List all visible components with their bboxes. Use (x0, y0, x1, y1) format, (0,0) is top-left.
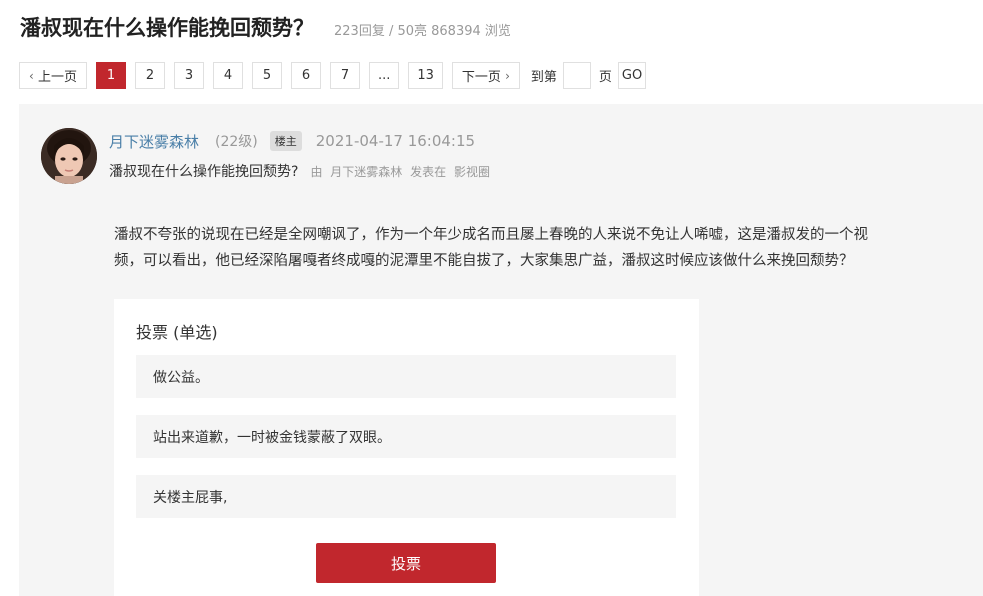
thread-header: 潘叔现在什么操作能挽回颓势？ 223回复 / 50亮 868394 浏览 (20, 12, 511, 42)
page-button-6[interactable]: 6 (290, 62, 321, 89)
post-container: 月下迷雾森林 (22级) 楼主 2021-04-17 16:04:15 潘叔现在… (19, 104, 983, 596)
page-button-1[interactable]: 1 (95, 62, 126, 89)
vote-option[interactable]: 关楼主屁事, (136, 475, 676, 518)
post-subheader: 潘叔现在什么操作能挽回颓势? 由 月下迷雾森林 发表在 影视圈 (109, 161, 494, 181)
avatar-image (41, 128, 97, 184)
posted-info: 由 月下迷雾森林 发表在 影视圈 (310, 163, 494, 180)
board-link[interactable]: 影视圈 (454, 165, 490, 179)
vote-panel: 投票 (单选) 做公益。 站出来道歉，一时被金钱蒙蔽了双眼。 关楼主屁事, 投票 (114, 299, 699, 596)
posted-prefix: 由 (310, 164, 323, 179)
page-button-4[interactable]: 4 (212, 62, 243, 89)
vote-title: 投票 (单选) (136, 323, 218, 342)
post-body-line: 频，可以看出，他已经深陷屠嘎者终成嘎的泥潭里不能自拔了，大家集思广益，潘叔这时候… (114, 253, 854, 269)
post-body: 潘叔不夸张的说现在已经是全网嘲讽了，作为一个年少成名而且屡上春晚的人来说不免让人… (114, 222, 959, 274)
next-page-label: 下一页 (461, 70, 501, 85)
posted-in-label: 发表在 (410, 164, 447, 179)
post-title: 潘叔现在什么操作能挽回颓势? (109, 164, 299, 180)
author-level: (22级) (215, 134, 258, 150)
pagination: ‹ 上一页 1 2 3 4 5 6 7 ... 13 下一页 › 到第 页 GO (19, 62, 647, 89)
prev-page-button[interactable]: ‹ 上一页 (19, 62, 87, 89)
goto-page-input[interactable] (562, 62, 591, 89)
goto-label: 到第 (530, 70, 557, 85)
prev-page-label: 上一页 (37, 70, 77, 85)
page-button-2[interactable]: 2 (134, 62, 165, 89)
thread-title: 潘叔现在什么操作能挽回颓势？ (20, 16, 314, 40)
page-unit-label: 页 (598, 70, 612, 85)
page-button-13[interactable]: 13 (408, 62, 443, 89)
next-page-button[interactable]: 下一页 › (451, 62, 520, 89)
thread-stats: 223回复 / 50亮 868394 浏览 (334, 24, 511, 39)
vote-option[interactable]: 站出来道歉，一时被金钱蒙蔽了双眼。 (136, 415, 676, 458)
op-badge: 楼主 (269, 131, 302, 151)
page-button-3[interactable]: 3 (173, 62, 204, 89)
post-meta: 月下迷雾森林 (22级) 楼主 2021-04-17 16:04:15 (109, 130, 475, 152)
chevron-left-icon: ‹ (29, 68, 34, 83)
chevron-right-icon: › (505, 68, 510, 83)
vote-option[interactable]: 做公益。 (136, 355, 676, 398)
page-ellipsis: ... (368, 62, 400, 89)
author-link[interactable]: 月下迷雾森林 (109, 131, 199, 152)
post-body-line: 潘叔不夸张的说现在已经是全网嘲讽了，作为一个年少成名而且屡上春晚的人来说不免让人… (114, 227, 868, 243)
vote-submit-button[interactable]: 投票 (316, 543, 496, 583)
post-datetime: 2021-04-17 16:04:15 (315, 132, 476, 150)
posted-by-link[interactable]: 月下迷雾森林 (330, 165, 402, 179)
avatar[interactable] (41, 128, 97, 184)
page-button-7[interactable]: 7 (329, 62, 360, 89)
page-button-5[interactable]: 5 (251, 62, 282, 89)
go-button[interactable]: GO (617, 62, 647, 89)
